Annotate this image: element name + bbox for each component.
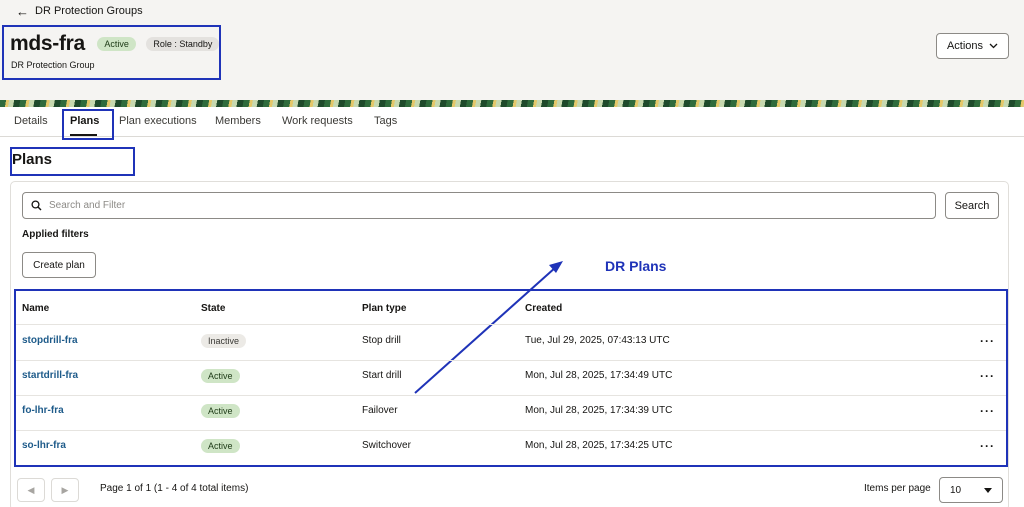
items-per-page-select[interactable]: 10 [939,477,1003,503]
pagination-summary: Page 1 of 1 (1 - 4 of 4 total items) [100,483,249,494]
items-per-page-value: 10 [950,484,962,496]
highlight-box-table [14,289,1008,467]
chevron-left-icon: ◀ [27,484,35,495]
previous-page-button[interactable]: ◀ [17,478,45,502]
next-page-button[interactable]: ▶ [51,478,79,502]
chevron-right-icon: ▶ [61,484,69,495]
caret-down-icon [984,487,992,493]
items-per-page-label: Items per page [864,483,931,494]
